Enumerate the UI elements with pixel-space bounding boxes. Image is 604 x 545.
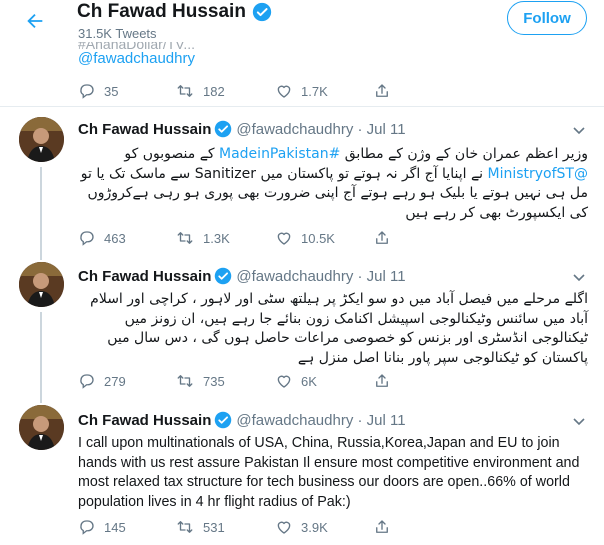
retweet-button[interactable]: 735 (175, 372, 225, 390)
like-count: 10.5K (301, 230, 335, 246)
hashtag-link[interactable]: #MadeinPakistan (219, 146, 340, 162)
reply-count: 463 (104, 230, 126, 246)
partial-tweet[interactable]: #AhanaDollar/TV... @fawadchaudhry 35 182… (0, 36, 604, 107)
thread-line (40, 167, 42, 257)
retweet-icon (177, 375, 193, 387)
like-button[interactable]: 10.5K (275, 229, 335, 247)
retweet-count: 735 (203, 373, 225, 389)
like-icon (277, 375, 291, 388)
thread-line (40, 257, 42, 260)
tweet-header: Ch Fawad Hussain @fawadchaudhry · Jul 11 (78, 267, 406, 285)
avatar-image (19, 262, 64, 307)
retweet-button[interactable]: 1.3K (175, 229, 230, 247)
text-part: کے منصوبوں کو (124, 146, 220, 162)
share-icon (376, 231, 388, 244)
retweet-icon (177, 232, 193, 244)
like-count: 3.9K (301, 519, 328, 535)
back-arrow-icon (27, 13, 43, 29)
like-icon (277, 521, 291, 534)
reply-icon (80, 84, 94, 99)
tweet-text: I call upon multinationals of USA, China… (78, 435, 580, 510)
like-icon (277, 85, 291, 98)
retweet-icon (177, 85, 193, 97)
like-button[interactable]: 6K (275, 372, 317, 390)
tweet-header: Ch Fawad Hussain @fawadchaudhry · Jul 11 (78, 120, 406, 138)
mention-link[interactable]: @fawadchaudhry (78, 50, 195, 67)
thread-line (40, 400, 42, 403)
tweet-actions: 35 182 1.7K (78, 82, 498, 102)
avatar[interactable] (19, 262, 64, 307)
avatar-image (19, 117, 64, 162)
author-name[interactable]: Ch Fawad Hussain (78, 121, 211, 138)
reply-icon (80, 374, 94, 389)
tweet-menu-button[interactable] (572, 124, 586, 138)
mention-link[interactable]: @MinistryofST (488, 166, 589, 182)
reply-count: 145 (104, 519, 126, 535)
profile-header: Ch Fawad Hussain 31.5K Tweets Follow (0, 0, 604, 42)
tweet-actions: 145 531 3.9K (78, 518, 498, 538)
follow-button[interactable]: Follow (507, 1, 587, 35)
share-button[interactable] (373, 372, 399, 390)
caret-down-icon (573, 418, 585, 426)
retweet-count: 1.3K (203, 230, 230, 246)
tweet-meta[interactable]: @fawadchaudhry · Jul 11 (236, 268, 405, 285)
verified-badge-icon (252, 2, 272, 22)
retweet-button[interactable]: 531 (175, 518, 225, 536)
verified-badge-icon (215, 120, 232, 138)
share-button[interactable] (373, 229, 399, 247)
verified-badge-icon (215, 267, 232, 285)
back-button[interactable] (20, 6, 50, 36)
like-icon (277, 232, 291, 245)
reply-button[interactable]: 35 (78, 82, 118, 100)
thread-line (40, 312, 42, 400)
tweet-menu-button[interactable] (572, 415, 586, 429)
share-button[interactable] (373, 518, 399, 536)
tweet-count: 31.5K Tweets (78, 26, 157, 41)
share-icon (376, 374, 388, 387)
tweet-actions: 279 735 6K (78, 372, 498, 392)
tweet-menu-button[interactable] (572, 271, 586, 285)
avatar[interactable] (19, 117, 64, 162)
retweet-count: 531 (203, 519, 225, 535)
share-button[interactable] (373, 82, 399, 100)
tweet-header: Ch Fawad Hussain @fawadchaudhry · Jul 11 (78, 411, 406, 429)
share-icon (376, 520, 388, 533)
tweet-text: اگلے مرحلے میں فیصل آباد میں دو سو ایکڑ … (90, 291, 588, 366)
author-name[interactable]: Ch Fawad Hussain (78, 268, 211, 285)
tweet-meta[interactable]: @fawadchaudhry · Jul 11 (236, 412, 405, 429)
like-button[interactable]: 3.9K (275, 518, 328, 536)
tweet-1[interactable]: Ch Fawad Hussain @fawadchaudhry · Jul 11… (0, 107, 604, 257)
reply-icon (80, 231, 94, 246)
caret-down-icon (573, 274, 585, 282)
reply-icon (80, 520, 94, 535)
like-count: 1.7K (301, 83, 328, 99)
tweet-text: وزیر اعظم عمران خان کے وژن کے مطابق #Mad… (78, 145, 588, 223)
verified-badge-icon (215, 411, 232, 429)
like-button[interactable]: 1.7K (275, 82, 328, 100)
text-part: وزیر اعظم عمران خان کے وژن کے مطابق (340, 146, 588, 162)
reply-count: 35 (104, 83, 119, 99)
like-count: 6K (301, 373, 317, 389)
share-icon (376, 84, 388, 97)
tweet-meta[interactable]: @fawadchaudhry · Jul 11 (236, 121, 405, 138)
caret-down-icon (573, 127, 585, 135)
reply-count: 279 (104, 373, 126, 389)
avatar-image (19, 405, 64, 450)
profile-name-text: Ch Fawad Hussain (77, 1, 246, 22)
avatar[interactable] (19, 405, 64, 450)
profile-name: Ch Fawad Hussain (77, 1, 272, 23)
retweet-icon (177, 521, 193, 533)
tweet-actions: 463 1.3K 10.5K (78, 229, 498, 249)
tweet-3[interactable]: Ch Fawad Hussain @fawadchaudhry · Jul 11… (0, 400, 604, 545)
author-name[interactable]: Ch Fawad Hussain (78, 412, 211, 429)
reply-button[interactable]: 279 (78, 372, 126, 390)
retweet-button[interactable]: 182 (175, 82, 225, 100)
retweet-count: 182 (203, 83, 225, 99)
tweet-2[interactable]: Ch Fawad Hussain @fawadchaudhry · Jul 11… (0, 257, 604, 400)
reply-button[interactable]: 463 (78, 229, 126, 247)
reply-button[interactable]: 145 (78, 518, 126, 536)
